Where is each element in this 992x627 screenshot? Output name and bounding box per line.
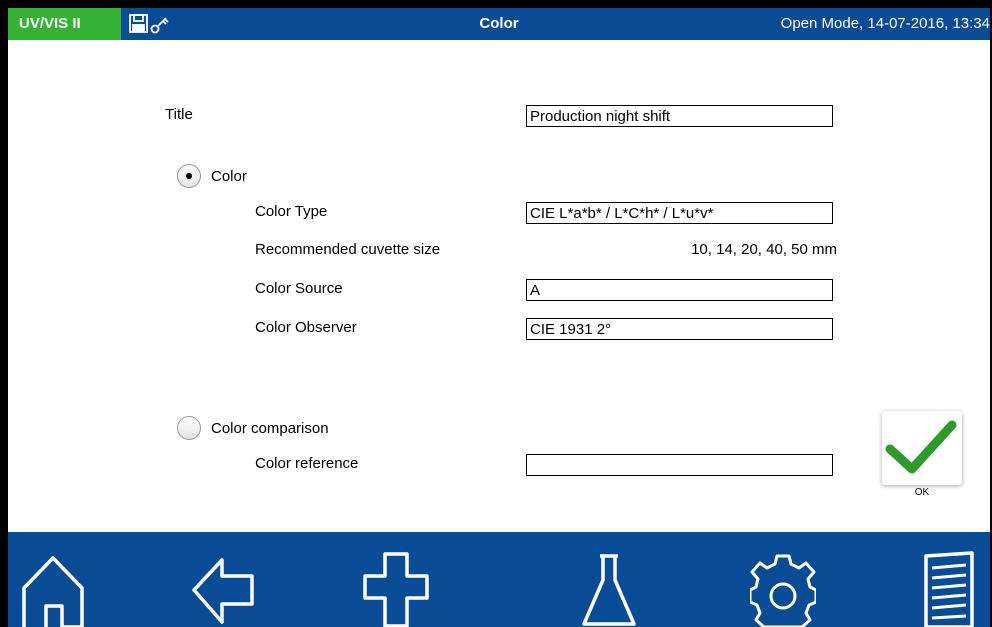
header-bar: Color UV/VIS II Open Mode, 14-07-2016, 1… [8,8,990,40]
check-icon [885,420,957,474]
color-observer-label: Color Observer [255,319,357,336]
home-icon[interactable] [20,550,86,627]
radio-selected-dot [186,173,192,179]
color-observer-field[interactable]: CIE 1931 2° [526,318,833,340]
key-icon[interactable] [150,17,169,34]
menu-list-icon[interactable] [920,550,986,627]
color-type-field[interactable]: CIE L*a*b* / L*C*h* / L*u*v* [526,202,833,224]
ok-button[interactable] [882,411,962,485]
color-source-field[interactable]: A [526,279,833,301]
title-label: Title [165,106,193,123]
app-window: Color UV/VIS II Open Mode, 14-07-2016, 1… [8,8,990,627]
color-comparison-radio[interactable] [177,416,201,440]
plus-icon[interactable] [363,550,429,627]
color-reference-field[interactable] [526,454,833,476]
cuvette-size-label: Recommended cuvette size [255,241,441,258]
save-icon[interactable] [129,14,148,33]
ok-label: OK [914,487,930,498]
color-reference-label: Color reference [255,455,359,472]
app-name-badge: UV/VIS II [8,8,121,40]
flask-icon[interactable] [576,550,642,627]
bottom-nav-bar [8,532,990,627]
color-source-label: Color Source [255,280,343,297]
mode-status: Open Mode, 14-07-2016, 13:34 [780,15,990,32]
color-option-label: Color [211,168,247,185]
color-radio[interactable] [177,164,201,188]
gear-icon[interactable] [750,550,816,627]
color-type-label: Color Type [255,203,328,220]
color-comparison-label: Color comparison [211,420,329,437]
cuvette-size-value: 10, 14, 20, 40, 50 mm [691,241,837,258]
back-arrow-icon[interactable] [188,550,254,627]
header-icons [128,13,178,35]
title-input[interactable]: Production night shift [526,105,833,127]
